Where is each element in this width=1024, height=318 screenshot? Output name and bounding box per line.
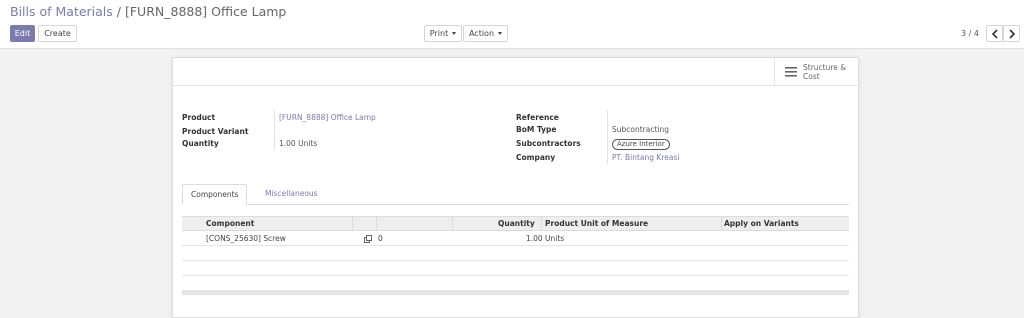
create-button[interactable]: Create <box>38 25 77 42</box>
column-quantity[interactable]: Quantity <box>498 219 535 228</box>
product-label: Product <box>182 113 216 122</box>
subcontractor-tag[interactable]: Azure Interior <box>612 139 670 150</box>
reference-label: Reference <box>516 113 559 122</box>
pager-previous-button[interactable] <box>986 25 1003 42</box>
table-empty-row <box>182 246 849 261</box>
breadcrumb-parent-link[interactable]: Bills of Materials <box>10 4 113 19</box>
column-component[interactable]: Component <box>206 219 254 228</box>
company-label: Company <box>516 153 556 162</box>
action-label: Action <box>468 29 495 38</box>
uom-cell[interactable]: Units <box>545 234 564 243</box>
column-divider <box>376 217 377 230</box>
quantity-uom: Units <box>298 139 318 148</box>
column-divider <box>721 217 722 230</box>
print-button[interactable]: Print <box>424 25 462 42</box>
chevron-right-icon <box>1009 29 1016 39</box>
print-label: Print <box>429 29 449 38</box>
column-apply-on-variants[interactable]: Apply on Variants <box>724 219 799 228</box>
table-empty-row <box>182 276 849 291</box>
table-header: Component Quantity Product Unit of Measu… <box>182 216 849 231</box>
button-box: Structure & Cost <box>173 58 858 86</box>
quantity-value: 1.00 <box>279 139 296 148</box>
company-field[interactable]: PT. Bintang Kreasi <box>612 153 679 162</box>
quantity-field[interactable]: 1.00 Units <box>279 139 317 148</box>
column-divider <box>352 217 353 230</box>
caret-down-icon <box>498 32 503 35</box>
chevron-left-icon <box>991 29 998 39</box>
structure-cost-label: Structure & Cost <box>803 63 847 81</box>
field-divider <box>274 110 275 150</box>
pager-next-button[interactable] <box>1003 25 1020 42</box>
quantity-cell[interactable]: 1.00 <box>526 234 543 243</box>
structure-cost-button[interactable]: Structure & Cost <box>774 58 859 86</box>
control-panel: Bills of Materials / [FURN_8888] Office … <box>0 0 1024 49</box>
column-uom[interactable]: Product Unit of Measure <box>545 219 648 228</box>
component-cell[interactable]: [CONS_25630] Screw <box>206 234 286 243</box>
form-sheet: Structure & Cost Product [FURN_8888] Off… <box>172 57 859 318</box>
subcontractors-label: Subcontractors <box>516 139 581 148</box>
table-row[interactable]: [CONS_25630] Screw 0 1.00 Units <box>182 231 849 246</box>
product-variant-label: Product Variant <box>182 127 249 136</box>
product-field[interactable]: [FURN_8888] Office Lamp <box>279 113 376 122</box>
list-icon <box>785 67 797 77</box>
column-divider <box>541 217 542 230</box>
quantity-label: Quantity <box>182 139 219 148</box>
copy-icon[interactable] <box>364 235 372 243</box>
breadcrumb-current: [FURN_8888] Office Lamp <box>124 4 287 19</box>
bom-type-field[interactable]: Subcontracting <box>612 125 669 134</box>
count-cell: 0 <box>378 234 383 243</box>
breadcrumb: Bills of Materials / [FURN_8888] Office … <box>10 4 286 19</box>
tab-miscellaneous[interactable]: Miscellaneous <box>257 184 326 205</box>
table-empty-row <box>182 261 849 276</box>
action-button[interactable]: Action <box>463 25 508 42</box>
pager-value[interactable]: 3 / 4 <box>961 29 979 38</box>
column-divider <box>452 217 453 230</box>
table-footer <box>182 291 849 295</box>
field-divider <box>607 110 608 164</box>
breadcrumb-separator: / <box>116 4 121 19</box>
notebook-tabs: Components Miscellaneous <box>182 184 849 205</box>
edit-button[interactable]: Edit <box>10 25 35 42</box>
tab-components[interactable]: Components <box>182 184 248 205</box>
caret-down-icon <box>452 32 457 35</box>
bom-type-label: BoM Type <box>516 125 557 134</box>
